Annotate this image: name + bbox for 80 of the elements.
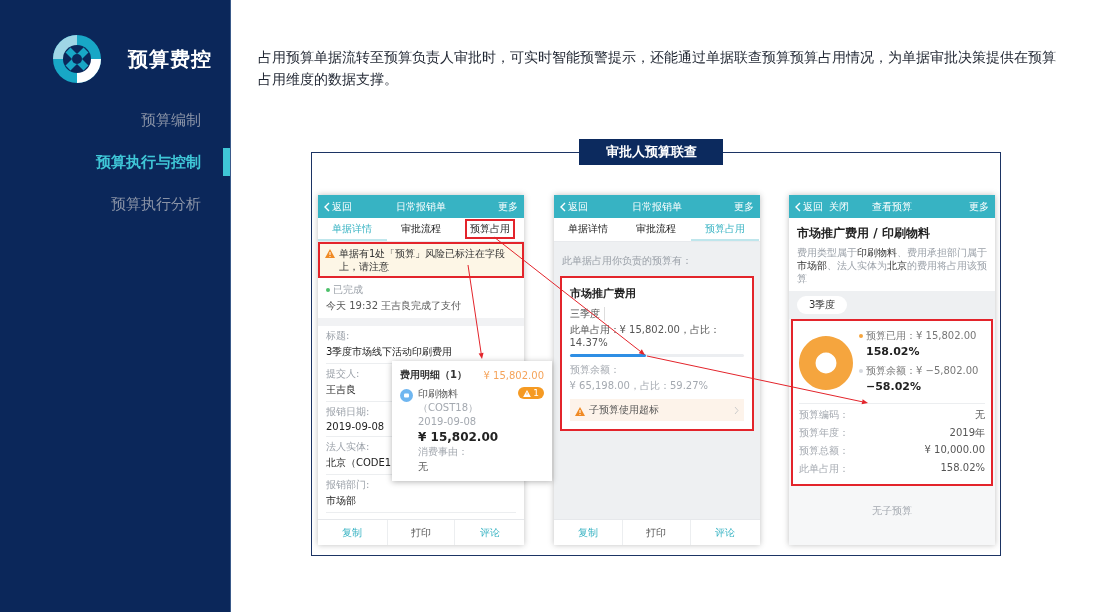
nav-item[interactable]: 预算执行与控制: [0, 148, 230, 176]
more-button[interactable]: 更多: [733, 199, 754, 214]
detail-value: 2019年: [949, 426, 985, 440]
app-title: 预算费控: [128, 45, 212, 73]
status-note: 今天 19:32 王吉良完成了支付: [326, 299, 463, 313]
detail-value: ¥ 10,000.00: [924, 444, 985, 457]
legend-label: 预算已用：¥ 15,802.00: [866, 329, 977, 343]
expense-name: 印刷物料: [418, 387, 458, 401]
field-label: 报销日期:: [326, 405, 370, 419]
tab[interactable]: 审批流程: [622, 218, 691, 241]
field-value: 3季度市场线下活动印刷费用: [326, 345, 453, 359]
more-button[interactable]: 更多: [498, 199, 518, 214]
budget-title: 市场推广费用: [569, 286, 637, 301]
tab[interactable]: 审批流程: [386, 218, 456, 241]
nav-title: 日常报销单: [631, 199, 682, 214]
detail-value: 158.02%: [940, 462, 985, 475]
budget-heading: 市场推广费用 / 印刷物料: [797, 225, 931, 242]
reason-value: 无: [418, 460, 429, 474]
action-button[interactable]: 复制: [553, 520, 623, 545]
chevron-right-icon: [733, 405, 739, 415]
field-label: 报销部门:: [326, 478, 370, 492]
legend-percent: 158.02%: [865, 345, 921, 358]
logo-icon: [52, 34, 102, 84]
field-value: 市场部: [326, 494, 356, 508]
empty-note: 无子预算: [872, 504, 912, 518]
status-dot: [326, 288, 330, 292]
expense-amount: ¥ 15,802.00: [418, 430, 500, 444]
nav-title: 日常报销单: [396, 199, 446, 214]
warning-icon: [523, 389, 532, 397]
action-button[interactable]: 复制: [318, 520, 387, 545]
chevron-left-icon: [795, 201, 801, 212]
detail-value: 无: [975, 408, 985, 422]
budget-description: 费用类型属于印刷物料、费用承担部门属于市场部、法人实体为北京的费用将占用该预算: [797, 246, 987, 285]
remaining-label: 预算余额：: [569, 363, 620, 377]
detail-label: 预算编码：: [799, 408, 849, 422]
chevron-left-icon: [324, 201, 330, 212]
detail-label: 预算年度：: [799, 426, 849, 440]
popup-title: 费用明细（1）: [400, 368, 467, 382]
detail-label: 预算总额：: [799, 444, 849, 458]
field-label: 提交人:: [326, 367, 360, 381]
field-label: 标题:: [326, 329, 350, 343]
back-button[interactable]: 返回: [324, 199, 352, 214]
warning-icon: [574, 406, 585, 416]
action-button[interactable]: 打印: [622, 520, 691, 545]
remaining-value: ¥ 65,198.00，占比：59.27%: [569, 379, 709, 393]
status-label: 已完成: [333, 283, 363, 297]
field-label: 法人实体:: [326, 440, 370, 454]
reason-label: 消费事由：: [418, 445, 469, 459]
donut-drawing: [799, 336, 853, 390]
legend-percent: −58.02%: [865, 380, 923, 393]
back-button[interactable]: 返回: [559, 199, 588, 214]
tab[interactable]: 单据详情: [553, 218, 623, 241]
expense-date: 2019-09-08: [418, 416, 478, 427]
field-value: 2019-09-08: [326, 421, 385, 432]
nav-title: 查看预算: [872, 199, 912, 214]
warning-icon: [325, 249, 335, 258]
chevron-left-icon: [559, 201, 566, 212]
field-value: 北京（CODE1: [326, 456, 392, 470]
figure-title: 审批人预算联查: [579, 139, 723, 165]
period-chip[interactable]: 3季度: [797, 296, 848, 314]
more-button[interactable]: 更多: [969, 199, 989, 214]
popup-total: ¥ 15,802.00: [483, 369, 544, 381]
expense-icon: [400, 389, 413, 402]
action-button[interactable]: 评论: [690, 520, 760, 545]
alert-banner[interactable]: 子预算使用超标: [569, 399, 744, 421]
alert-badge: 1: [518, 387, 544, 399]
intro-text: 占用预算单据流转至预算负责人审批时，可实时智能预警提示，还能通过单据联查预算预算占用情况，为单据审批决策提供在预算占用维度的数据支撑。: [258, 48, 1057, 89]
close-button[interactable]: 关闭: [829, 199, 849, 214]
back-button[interactable]: 返回: [795, 199, 823, 214]
usage-text: 此单占用：¥ 15,802.00，占比：14.37%: [569, 323, 721, 348]
detail-label: 此单占用：: [799, 462, 849, 476]
nav-item[interactable]: 预算执行分析: [0, 190, 230, 218]
action-button[interactable]: 评论: [455, 520, 524, 545]
nav-item[interactable]: 预算编制: [0, 106, 230, 134]
expense-code: （COST18）: [418, 401, 479, 415]
legend-label: 预算余额：¥ −5,802.00: [866, 364, 979, 378]
field-value: 王吉良: [326, 383, 356, 397]
warning-text: 单据有1处「预算」风险已标注在字段上，请注意: [339, 247, 507, 273]
hint-text: 此单据占用你负责的预算有：: [560, 254, 693, 268]
action-button[interactable]: 打印: [386, 520, 456, 545]
